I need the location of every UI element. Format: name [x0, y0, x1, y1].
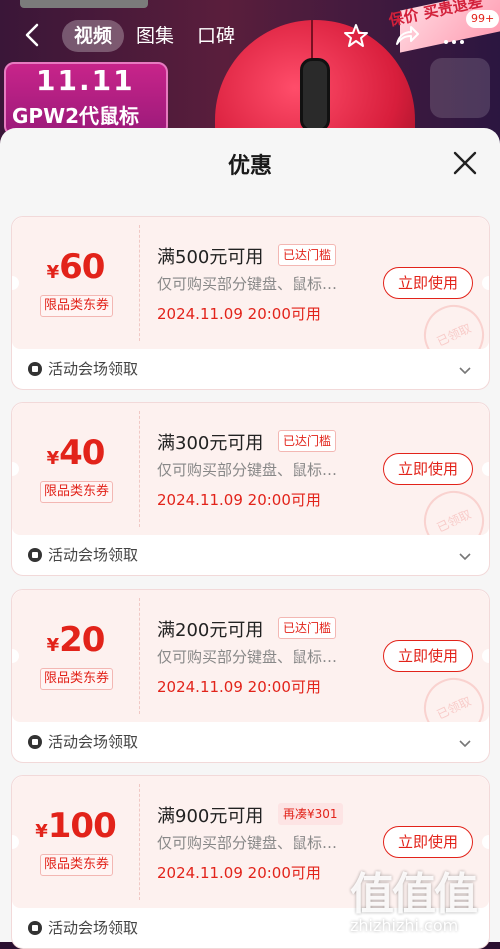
source-label: 活动会场领取 — [48, 546, 139, 564]
source-label: 活动会场领取 — [48, 360, 139, 378]
coupon-divider — [139, 784, 140, 900]
use-now-button[interactable]: 立即使用 — [383, 640, 473, 672]
coupon-condition: 满500元可用 — [157, 247, 264, 268]
use-now-button[interactable]: 立即使用 — [383, 453, 473, 485]
coupon-card: ¥60 限品类东券 满500元可用 已达门槛 仅可购买部分键盘、鼠标… 2024… — [11, 216, 490, 390]
currency-symbol: ¥ — [46, 635, 60, 656]
coupon-description: 仅可购买部分键盘、鼠标… — [157, 461, 338, 479]
chevron-down-icon[interactable] — [459, 361, 471, 375]
amount-value: 20 — [59, 620, 105, 660]
use-now-button[interactable]: 立即使用 — [383, 826, 473, 858]
currency-symbol: ¥ — [46, 448, 60, 469]
amount-value: 100 — [47, 806, 117, 846]
coupon-valid-time: 2024.11.09 20:00可用 — [157, 864, 321, 882]
promo-line2: GPW2代鼠标 — [12, 104, 140, 128]
coupon-amount: ¥20 — [12, 620, 139, 660]
promo-line1: 11.11 — [36, 64, 135, 97]
claimed-stamp: 已领取 — [414, 481, 489, 535]
coupon-scope: 限品类东券 — [40, 295, 114, 317]
coupon-body: ¥60 限品类东券 满500元可用 已达门槛 仅可购买部分键盘、鼠标… 2024… — [12, 217, 489, 349]
amount-value: 40 — [59, 433, 105, 473]
tab-gallery[interactable]: 图集 — [136, 20, 174, 52]
tab-reviews[interactable]: 口碑 — [197, 20, 235, 52]
site-watermark: 值值值 zhizhizhi.com — [350, 858, 478, 935]
mouse-wheel — [300, 58, 330, 132]
coupon-description: 仅可购买部分键盘、鼠标… — [157, 275, 338, 293]
source-icon — [28, 548, 42, 562]
watermark-logo: 值值值 — [350, 869, 478, 920]
coupon-notch-right — [482, 649, 489, 663]
coupon-notch-right — [482, 462, 489, 476]
coupon-source[interactable]: 活动会场领取 — [28, 730, 138, 754]
source-icon — [28, 921, 42, 935]
coupon-card: ¥40 限品类东券 满300元可用 已达门槛 仅可购买部分键盘、鼠标… 2024… — [11, 402, 490, 576]
threshold-tag: 已达门槛 — [278, 430, 337, 452]
share-icon[interactable] — [393, 22, 421, 50]
close-icon[interactable] — [448, 146, 482, 180]
coupon-notch-right — [482, 276, 489, 290]
coupon-valid-time: 2024.11.09 20:00可用 — [157, 678, 321, 696]
source-label: 活动会场领取 — [48, 919, 139, 937]
coupon-divider — [139, 598, 140, 714]
source-icon — [28, 362, 42, 376]
coupon-condition: 满200元可用 — [157, 620, 264, 641]
coupon-body: ¥40 限品类东券 满300元可用 已达门槛 仅可购买部分键盘、鼠标… 2024… — [12, 403, 489, 535]
chevron-down-icon[interactable] — [459, 734, 471, 748]
back-icon[interactable] — [20, 22, 46, 48]
coupon-source[interactable]: 活动会场领取 — [28, 543, 138, 567]
coupon-scope: 限品类东券 — [40, 854, 114, 876]
coupon-sheet: 优惠 ¥60 限品类东券 满500元可用 已达门槛 仅可购买部分键盘、鼠标… 2… — [0, 128, 500, 949]
coupon-amount: ¥100 — [12, 806, 139, 846]
coupon-scope: 限品类东券 — [40, 668, 114, 690]
coupon-valid-time: 2024.11.09 20:00可用 — [157, 305, 321, 323]
coupon-source[interactable]: 活动会场领取 — [28, 357, 138, 381]
brand-logo — [430, 58, 490, 118]
amount-value: 60 — [59, 247, 105, 287]
top-strip — [20, 0, 148, 8]
threshold-tag: 已达门槛 — [278, 617, 337, 639]
chevron-down-icon[interactable] — [459, 547, 471, 561]
star-icon[interactable] — [342, 22, 370, 50]
coupon-amount: ¥60 — [12, 247, 139, 287]
coupon-body: ¥20 限品类东券 满200元可用 已达门槛 仅可购买部分键盘、鼠标… 2024… — [12, 590, 489, 722]
claimed-stamp: 已领取 — [414, 295, 489, 349]
more-icon[interactable] — [440, 22, 468, 50]
source-label: 活动会场领取 — [48, 733, 139, 751]
threshold-tag: 已达门槛 — [278, 244, 337, 266]
sheet-header: 优惠 — [0, 128, 500, 198]
coupon-source[interactable]: 活动会场领取 — [28, 916, 138, 940]
message-count-badge: 99+ — [466, 10, 500, 28]
coupon-divider — [139, 225, 140, 341]
watermark-site: zhizhizhi.com — [350, 916, 459, 935]
coupon-amount: ¥40 — [12, 433, 139, 473]
coupon-description: 仅可购买部分键盘、鼠标… — [157, 834, 338, 852]
coupon-description: 仅可购买部分键盘、鼠标… — [157, 648, 338, 666]
claimed-stamp: 已领取 — [414, 668, 489, 722]
coupon-divider — [139, 411, 140, 527]
coupon-condition: 满900元可用 — [157, 806, 264, 827]
sheet-title: 优惠 — [227, 154, 272, 179]
coupon-scope: 限品类东券 — [40, 481, 114, 503]
use-now-button[interactable]: 立即使用 — [383, 267, 473, 299]
coupon-card: ¥20 限品类东券 满200元可用 已达门槛 仅可购买部分键盘、鼠标… 2024… — [11, 589, 490, 763]
currency-symbol: ¥ — [46, 262, 60, 283]
coupon-valid-time: 2024.11.09 20:00可用 — [157, 491, 321, 509]
product-nav: 视频 图集 口碑 99+ — [0, 10, 500, 56]
tab-video[interactable]: 视频 — [62, 20, 125, 52]
source-icon — [28, 735, 42, 749]
coupon-notch-right — [482, 835, 489, 849]
coupon-condition: 满300元可用 — [157, 433, 264, 454]
remaining-amount-tag: 再凑¥301 — [278, 803, 343, 825]
currency-symbol: ¥ — [35, 821, 48, 842]
